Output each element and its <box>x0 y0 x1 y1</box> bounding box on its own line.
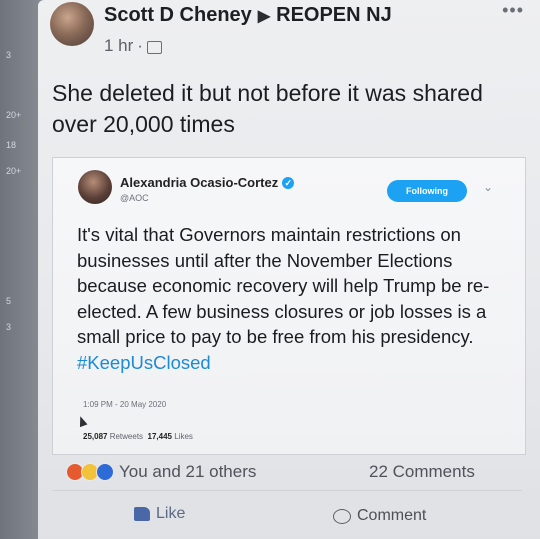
like-reaction-icon <box>96 463 114 481</box>
hashtag-link[interactable]: #KeepUsClosed <box>77 352 211 373</box>
sidebar-count: 3 <box>6 322 12 332</box>
sidebar-count: 3 <box>6 50 12 60</box>
post-time[interactable]: 1 hr <box>104 36 133 56</box>
post-header: Scott D Cheney ▶ REOPEN NJ <box>104 4 392 27</box>
comment-button[interactable]: Comment <box>333 507 426 525</box>
tweet-author-name[interactable]: Alexandria Ocasio-Cortez <box>120 175 278 190</box>
group-name[interactable]: REOPEN NJ <box>276 4 392 27</box>
embedded-tweet[interactable]: Alexandria Ocasio-Cortez ✓ @AOC Followin… <box>52 157 526 455</box>
reactions-bar[interactable]: You and 21 others <box>66 462 256 482</box>
following-button[interactable]: Following <box>387 180 467 202</box>
background-page-strip: 3 20+ 18 20+ 5 3 <box>0 0 42 539</box>
comments-count[interactable]: 22 Comments <box>369 462 475 482</box>
likes-label: Likes <box>174 432 193 441</box>
comment-bubble-icon <box>333 508 351 524</box>
author-name[interactable]: Scott D Cheney <box>104 4 252 27</box>
like-label: Like <box>156 505 186 522</box>
retweets-count: 25,087 <box>83 432 108 441</box>
tweet-author: Alexandria Ocasio-Cortez ✓ <box>120 175 295 190</box>
tweet-stats: 25,087 Retweets 17,445 Likes <box>83 432 193 441</box>
sidebar-count: 5 <box>6 296 12 306</box>
verified-icon: ✓ <box>282 176 295 189</box>
reactions-summary[interactable]: You and 21 others <box>119 462 256 482</box>
author-avatar[interactable] <box>50 2 94 46</box>
more-dots-icon[interactable]: ••• <box>502 0 524 21</box>
sidebar-count: 20+ <box>6 110 22 120</box>
comment-label: Comment <box>357 507 427 524</box>
tweet-text: It's vital that Governors maintain restr… <box>77 224 490 347</box>
chevron-down-icon[interactable]: ⌄ <box>483 180 493 194</box>
divider <box>52 490 522 491</box>
post-text: She deleted it but not before it was sha… <box>52 80 483 137</box>
post-meta: 1 hr · <box>104 36 162 56</box>
retweets-label: Retweets <box>109 432 144 441</box>
tweet-timestamp: 1:09 PM - 20 May 2020 <box>83 400 167 409</box>
arrow-right-icon: ▶ <box>257 7 271 25</box>
likes-count: 17,445 <box>147 432 172 441</box>
facebook-post: Scott D Cheney ▶ REOPEN NJ ••• 1 hr · Sh… <box>38 0 540 539</box>
tweet-avatar[interactable] <box>78 170 112 204</box>
sidebar-count: 20+ <box>6 166 22 176</box>
tweet-handle[interactable]: @AOC <box>120 193 149 203</box>
like-button[interactable]: Like <box>134 505 185 523</box>
tweet-body: It's vital that Governors maintain restr… <box>77 222 497 375</box>
sidebar-count: 18 <box>6 140 17 150</box>
separator-dot: · <box>137 36 143 55</box>
thumbs-up-icon <box>134 507 150 521</box>
audience-icon[interactable] <box>146 40 162 54</box>
